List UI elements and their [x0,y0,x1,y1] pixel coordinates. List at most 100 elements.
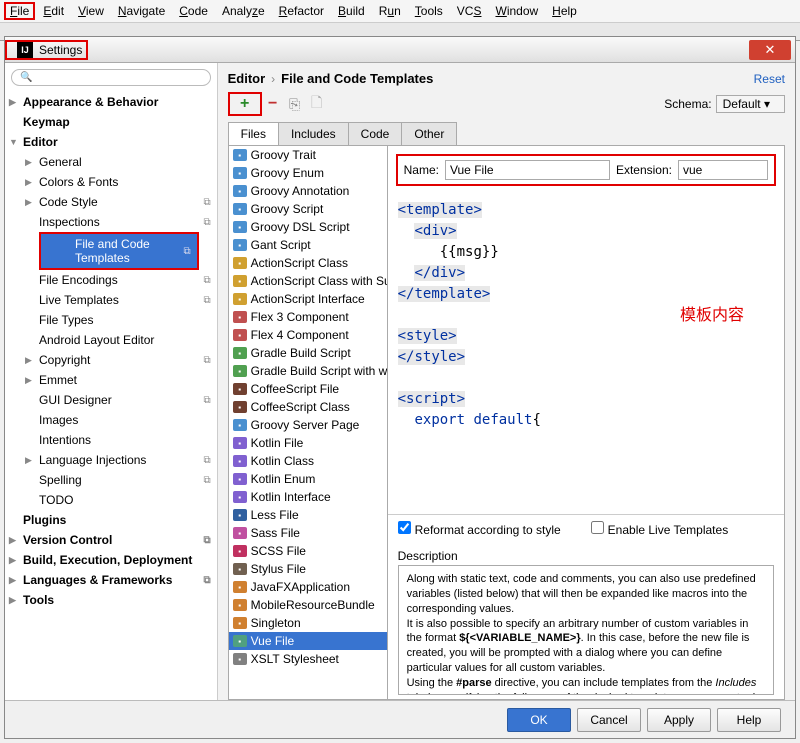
tree-item[interactable]: ▶Colors & Fonts [5,172,217,192]
schema-label: Schema: [664,97,711,111]
menu-code[interactable]: Code [173,2,214,20]
tree-item[interactable]: ▶General [5,152,217,172]
tree-item-file-and-code-templates[interactable]: File and Code Templates⧉ [41,234,197,268]
reformat-checkbox[interactable]: Reformat according to style [398,521,561,537]
template-item[interactable]: ▪MobileResourceBundle [229,596,387,614]
description-box[interactable]: Along with static text, code and comment… [398,565,774,695]
template-item[interactable]: ▪Gant Script [229,236,387,254]
tree-item[interactable]: ▶Appearance & Behavior [5,92,217,112]
name-input[interactable] [445,160,610,180]
template-item[interactable]: ▪Kotlin Class [229,452,387,470]
template-item[interactable]: ▪Stylus File [229,560,387,578]
file-type-icon: ▪ [233,203,247,215]
menu-edit[interactable]: Edit [37,2,70,20]
template-item[interactable]: ▪Flex 4 Component [229,326,387,344]
tree-item[interactable]: ▶Language Injections⧉ [5,450,217,470]
template-item[interactable]: ▪XSLT Stylesheet [229,650,387,668]
tree-item[interactable]: ▶Languages & Frameworks⧉ [5,570,217,590]
tree-item[interactable]: ▶Tools [5,590,217,610]
tree-item[interactable]: TODO [5,490,217,510]
tab-includes[interactable]: Includes [278,122,349,145]
name-label: Name: [404,163,439,177]
live-templates-checkbox[interactable]: Enable Live Templates [591,521,729,537]
menu-navigate[interactable]: Navigate [112,2,171,20]
template-item[interactable]: ▪Singleton [229,614,387,632]
tree-item[interactable]: Live Templates⧉ [5,290,217,310]
template-item[interactable]: ▪Groovy Annotation [229,182,387,200]
template-item[interactable]: ▪Kotlin File [229,434,387,452]
menu-vcs[interactable]: VCS [451,2,488,20]
tree-item[interactable]: ▶Code Style⧉ [5,192,217,212]
tree-item[interactable]: GUI Designer⧉ [5,390,217,410]
file-type-icon: ▪ [233,563,247,575]
menu-run[interactable]: Run [373,2,407,20]
tree-item[interactable]: File Encodings⧉ [5,270,217,290]
menu-build[interactable]: Build [332,2,371,20]
template-item[interactable]: ▪Sass File [229,524,387,542]
apply-button[interactable]: Apply [647,708,711,732]
template-item[interactable]: ▪Groovy DSL Script [229,218,387,236]
menu-analyze[interactable]: Analyze [216,2,271,20]
tree-item[interactable]: ▼Editor [5,132,217,152]
cancel-button[interactable]: Cancel [577,708,641,732]
remove-icon[interactable]: − [265,96,281,112]
template-item[interactable]: ▪Gradle Build Script [229,344,387,362]
template-item[interactable]: ▪CoffeeScript Class [229,398,387,416]
menu-refactor[interactable]: Refactor [273,2,330,20]
menu-help[interactable]: Help [546,2,583,20]
template-icon[interactable]: 🗋 [309,96,325,112]
file-type-icon: ▪ [233,149,247,161]
tree-item[interactable]: Keymap [5,112,217,132]
template-item[interactable]: ▪ActionScript Class with Supers [229,272,387,290]
template-item[interactable]: ▪ActionScript Interface [229,290,387,308]
close-button[interactable]: ✕ [749,40,791,60]
schema-select[interactable]: Default ▾ [716,95,785,113]
copy-icon[interactable]: ⎘ [287,96,303,112]
tab-other[interactable]: Other [401,122,457,145]
search-input[interactable] [11,69,211,86]
template-list[interactable]: ▪Groovy Trait▪Groovy Enum▪Groovy Annotat… [228,146,388,700]
tab-code[interactable]: Code [348,122,403,145]
menu-view[interactable]: View [72,2,110,20]
menu-file[interactable]: File [4,2,35,20]
template-item[interactable]: ▪Groovy Enum [229,164,387,182]
template-item[interactable]: ▪Gradle Build Script with wrapper [229,362,387,380]
tree-item[interactable]: Intentions [5,430,217,450]
tree-item[interactable]: ▶Build, Execution, Deployment [5,550,217,570]
tree-item[interactable]: Inspections⧉ [5,212,217,232]
template-item[interactable]: ▪Flex 3 Component [229,308,387,326]
template-item[interactable]: ▪JavaFXApplication [229,578,387,596]
menu-window[interactable]: Window [489,2,544,20]
tree-item[interactable]: Plugins [5,510,217,530]
template-item[interactable]: ▪ActionScript Class [229,254,387,272]
reset-link[interactable]: Reset [754,72,785,86]
template-item[interactable]: ▪Kotlin Interface [229,488,387,506]
template-item[interactable]: ▪Less File [229,506,387,524]
ext-label: Extension: [616,163,672,177]
description-label: Description [388,543,784,565]
tree-item[interactable]: ▶Emmet [5,370,217,390]
template-detail: Name: Extension: <template> <div> {{msg}… [388,146,785,700]
tree-item[interactable]: File Types [5,310,217,330]
help-button[interactable]: Help [717,708,781,732]
ok-button[interactable]: OK [507,708,571,732]
template-item[interactable]: ▪Groovy Trait [229,146,387,164]
menu-tools[interactable]: Tools [409,2,449,20]
tree-item[interactable]: Android Layout Editor [5,330,217,350]
tree-item[interactable]: ▶Version Control⧉ [5,530,217,550]
add-icon[interactable]: + [237,96,253,112]
template-item[interactable]: ▪Groovy Server Page [229,416,387,434]
ext-input[interactable] [678,160,768,180]
template-item[interactable]: ▪Vue File [229,632,387,650]
template-item[interactable]: ▪SCSS File [229,542,387,560]
template-item[interactable]: ▪CoffeeScript File [229,380,387,398]
template-item[interactable]: ▪Kotlin Enum [229,470,387,488]
settings-tree[interactable]: ▶Appearance & BehaviorKeymap▼Editor▶Gene… [5,63,218,700]
template-item[interactable]: ▪Groovy Script [229,200,387,218]
file-type-icon: ▪ [233,221,247,233]
tree-item[interactable]: ▶Copyright⧉ [5,350,217,370]
tree-item[interactable]: Spelling⧉ [5,470,217,490]
template-editor[interactable]: <template> <div> {{msg}} </div> </templa… [388,194,784,514]
tab-files[interactable]: Files [228,122,279,145]
tree-item[interactable]: Images [5,410,217,430]
